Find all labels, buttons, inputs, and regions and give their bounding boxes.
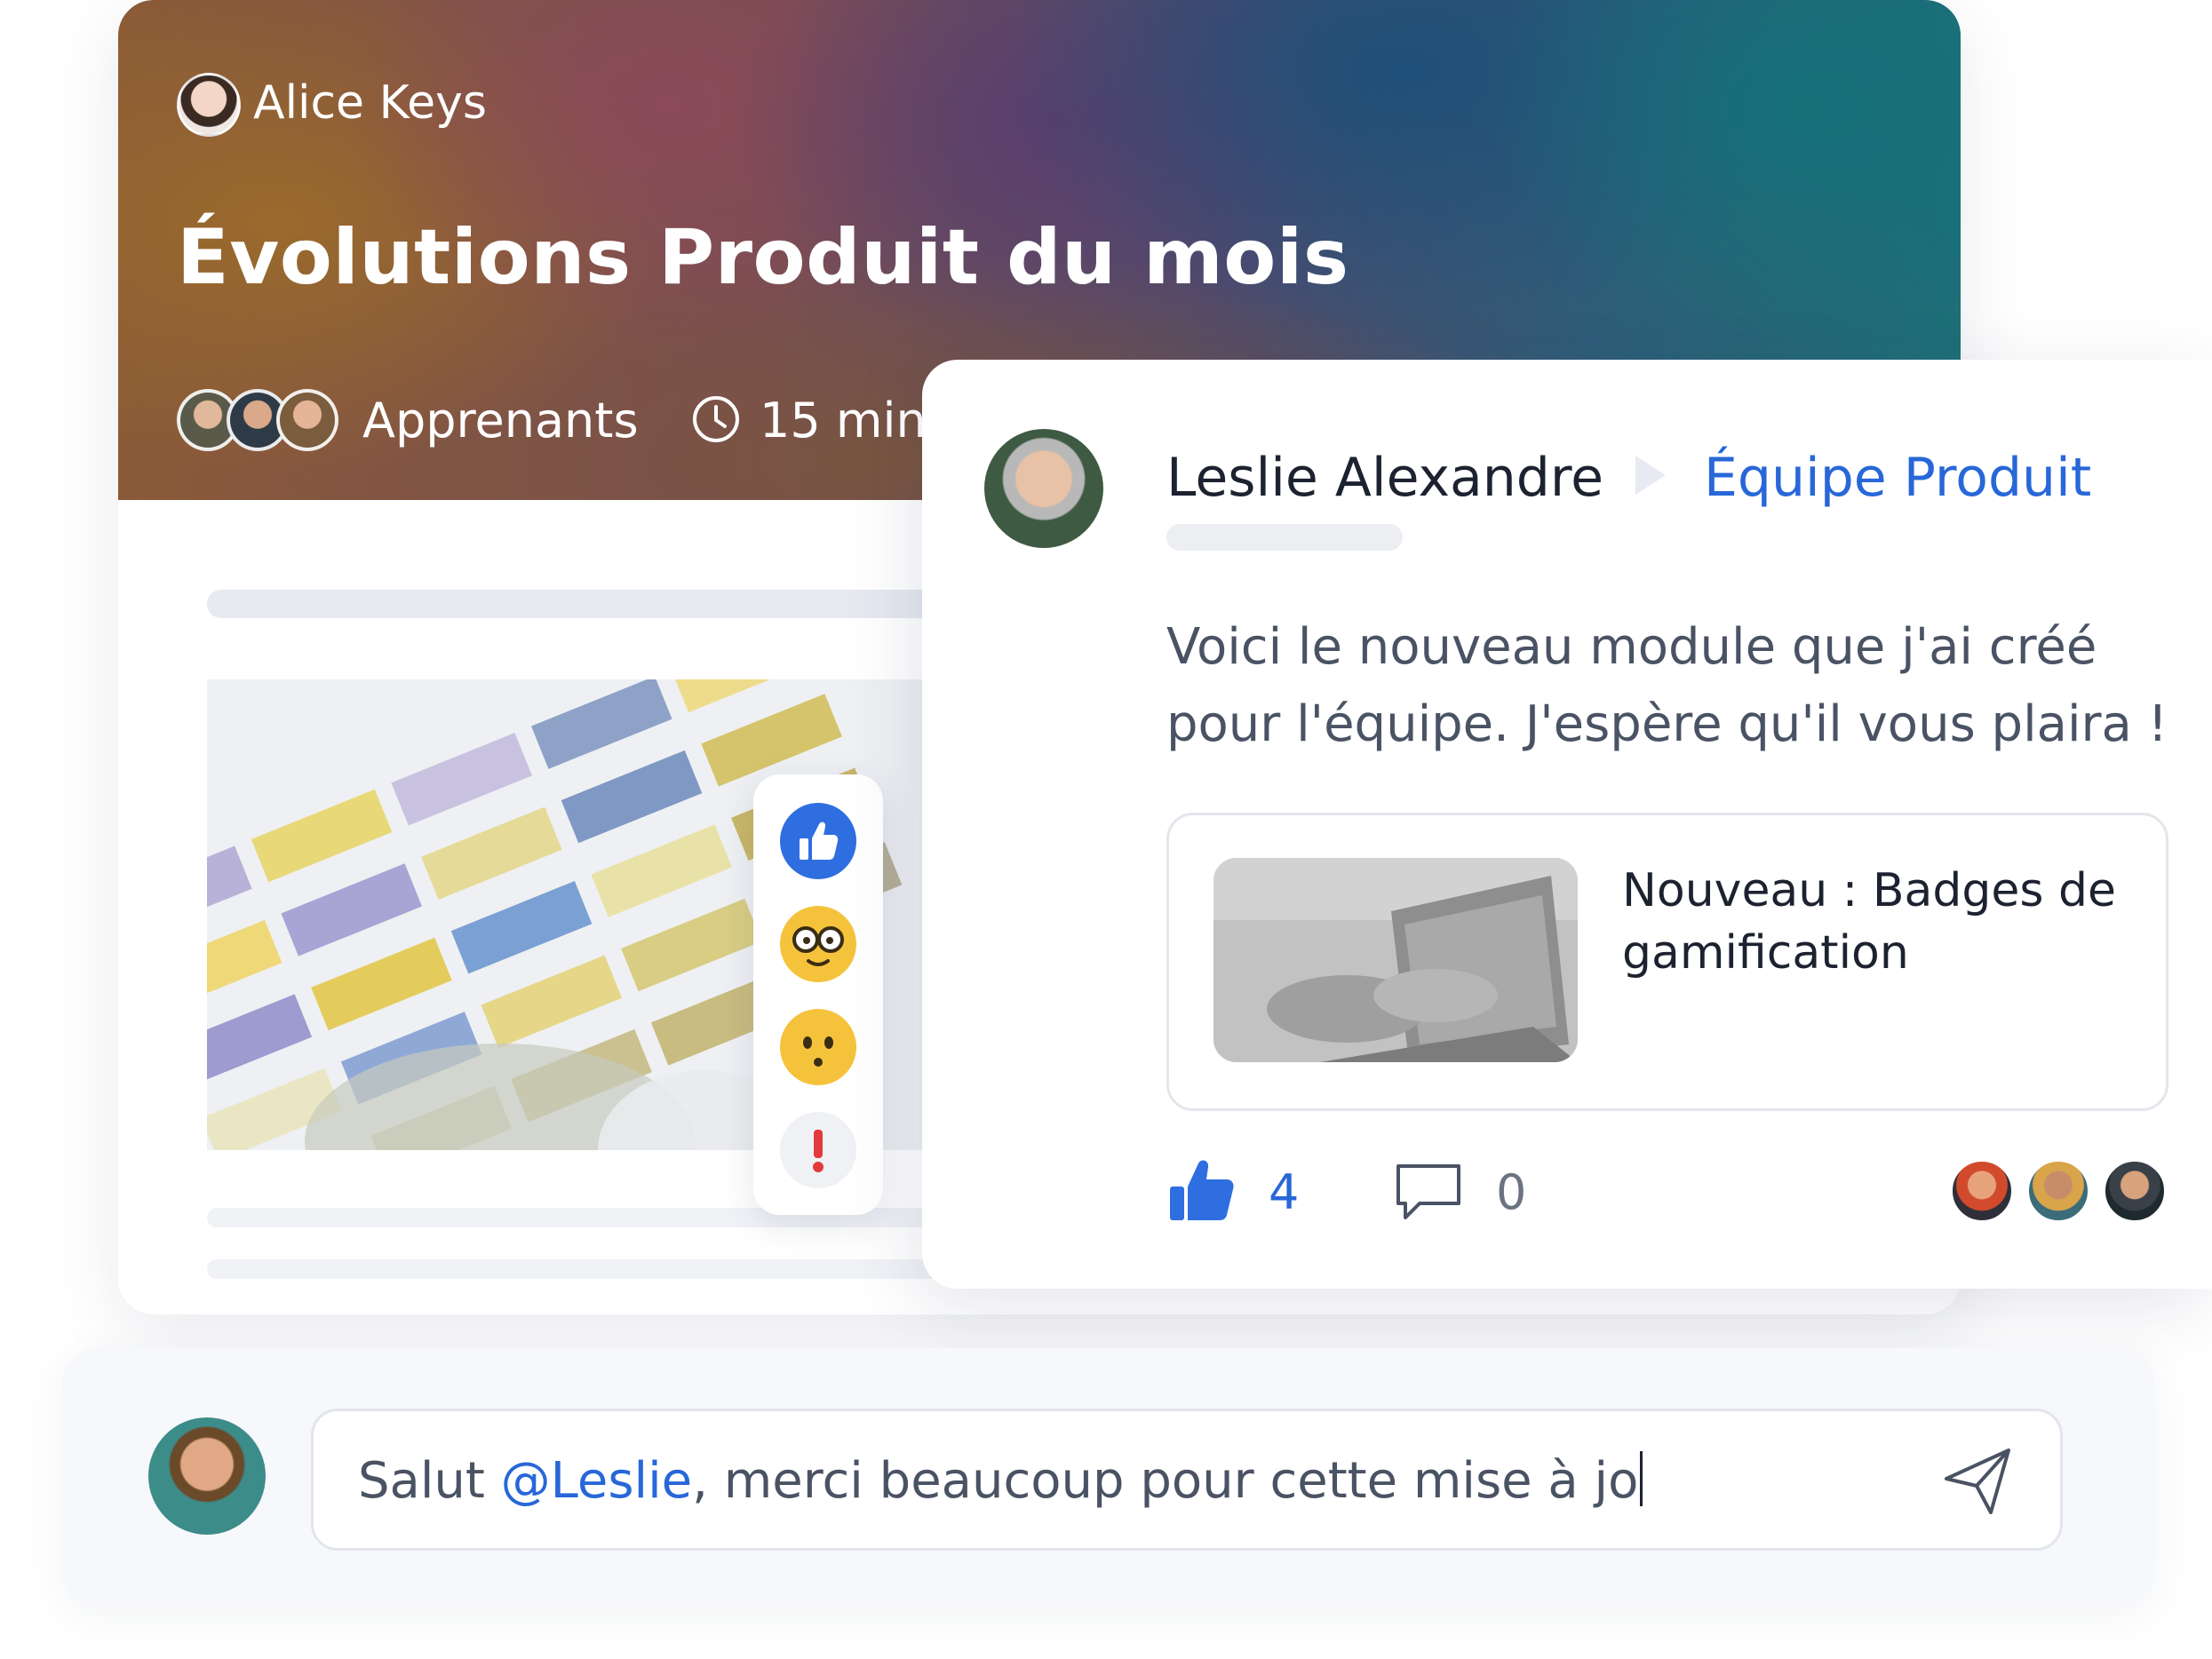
learners-label: Apprenants (362, 393, 639, 448)
skeleton-line (207, 1259, 1024, 1279)
reactor-avatar[interactable] (2026, 1159, 2090, 1223)
course-duration: 15 min (760, 393, 927, 448)
glasses-reaction[interactable] (780, 906, 856, 982)
post-card: Leslie Alexandre Équipe Produit Voici le… (922, 360, 2212, 1289)
learner-avatar (276, 389, 338, 451)
comment-count: 0 (1496, 1164, 1527, 1220)
comment-composer: Salut @Leslie, merci beaucoup pour cette… (62, 1348, 2155, 1606)
module-thumbnail (1213, 858, 1578, 1062)
skeleton-line (1166, 524, 1403, 551)
reaction-picker (753, 774, 883, 1215)
like-icon[interactable] (1166, 1155, 1237, 1226)
reactor-avatar[interactable] (2103, 1159, 2167, 1223)
module-title: Nouveau : Badges de gamification (1622, 864, 2117, 980)
poster-name[interactable]: Leslie Alexandre (1166, 444, 1603, 512)
arrow-right-icon (1635, 456, 1666, 495)
clock-icon (693, 396, 739, 442)
hushed-face-icon (781, 1010, 855, 1084)
course-title: Évolutions Produit du mois (177, 213, 1349, 302)
skeleton-line (207, 1208, 1024, 1227)
comment-icon[interactable] (1393, 1161, 1464, 1225)
thumbs-up-reaction[interactable] (780, 803, 856, 879)
comment-text[interactable]: Salut @Leslie, merci beaucoup pour cette… (358, 1450, 1643, 1512)
comment-text-after: , merci beaucoup pour cette mise à jo (692, 1452, 1639, 1510)
skeleton-line (207, 590, 1024, 618)
post-text: Voici le nouveau module que j'ai créé po… (1166, 618, 2168, 753)
comment-text-before: Salut (358, 1452, 501, 1510)
shared-module-card[interactable]: Nouveau : Badges de gamification (1166, 813, 2168, 1111)
poster-avatar[interactable] (984, 429, 1103, 548)
comment-input[interactable]: Salut @Leslie, merci beaucoup pour cette… (311, 1409, 2063, 1551)
send-icon[interactable] (1939, 1443, 2016, 1520)
exclamation-icon (813, 1130, 824, 1172)
course-author: Alice Keys (253, 76, 487, 130)
current-user-avatar (148, 1417, 266, 1535)
reactor-avatar[interactable] (1950, 1159, 2014, 1223)
hushed-reaction[interactable] (780, 1009, 856, 1085)
team-link[interactable]: Équipe Produit (1704, 444, 2091, 512)
nerd-face-icon (781, 907, 855, 981)
exclamation-reaction[interactable] (780, 1112, 856, 1188)
text-caret (1640, 1451, 1643, 1506)
thumbs-up-icon (800, 822, 839, 860)
mention-tag[interactable]: @Leslie (501, 1452, 692, 1510)
author-avatar (177, 73, 241, 137)
like-count: 4 (1269, 1164, 1300, 1220)
